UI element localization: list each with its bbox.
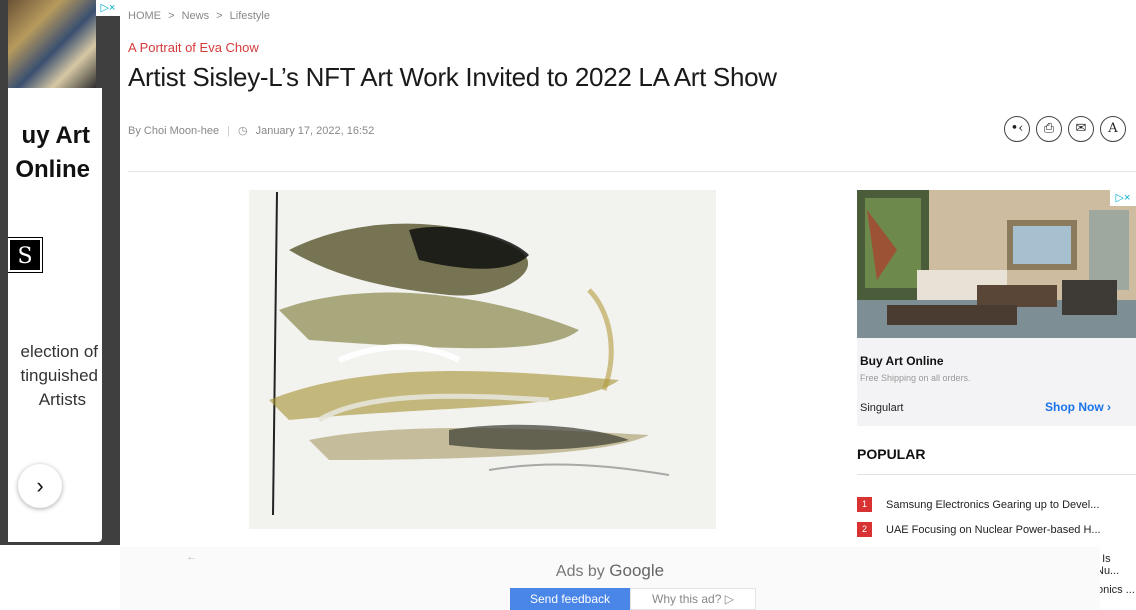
article-headline: Artist Sisley-L’s NFT Art Work Invited t… <box>128 62 777 92</box>
left-ad-desc-line2: tinguished <box>20 366 98 385</box>
clock-icon: ◷ <box>237 125 248 137</box>
popular-rank-badge: 1 <box>857 497 872 512</box>
ads-by-google-label: Ads by Google <box>120 561 1100 581</box>
publish-date: January 17, 2022, 16:52 <box>255 124 375 137</box>
font-size-button[interactable]: A <box>1100 116 1126 142</box>
adchoices-icon[interactable]: ▷× <box>1110 190 1136 206</box>
why-this-ad-button[interactable]: Why this ad? ▷ <box>630 588 756 610</box>
header-divider <box>128 171 1136 172</box>
popular-divider <box>857 474 1136 475</box>
article-byline: By Choi Moon-hee | ◷ January 17, 2022, 1… <box>128 124 375 138</box>
breadcrumb: HOME > News > Lifestyle <box>128 10 274 22</box>
breadcrumb-separator: > <box>216 10 223 22</box>
abstract-painting <box>249 190 716 529</box>
breadcrumb-separator: > <box>168 10 175 22</box>
email-button[interactable]: ✉ <box>1068 116 1094 142</box>
right-ad-body[interactable]: Buy Art Online Free Shipping on all orde… <box>857 338 1136 426</box>
article-tools: •‹ ⎙ ✉ A <box>1004 116 1126 142</box>
byline-divider: | <box>227 124 230 137</box>
breadcrumb-news[interactable]: News <box>182 10 210 22</box>
left-ad-desc-line1: election of <box>20 342 99 361</box>
left-side-ad[interactable]: ▷× uy Art Online S election of tinguishe… <box>0 0 120 545</box>
popular-item-title[interactable]: Samsung Electronics Gearing up to Devel.… <box>886 499 1130 511</box>
share-icon: •‹ <box>1010 121 1024 136</box>
font-size-icon: A <box>1108 121 1118 136</box>
popular-item-peek-3[interactable]: : Is Nu... <box>1096 553 1136 577</box>
left-ad-logo: S <box>8 237 43 273</box>
popular-item[interactable]: 1 Samsung Electronics Gearing up to Deve… <box>857 492 1136 517</box>
popular-item-title[interactable]: UAE Focusing on Nuclear Power-based H... <box>886 524 1130 536</box>
adchoices-icon[interactable]: ▷× <box>96 0 120 16</box>
left-ad-panel[interactable]: uy Art Online S election of tinguished A… <box>8 88 102 542</box>
popular-list: 1 Samsung Electronics Gearing up to Deve… <box>857 492 1136 542</box>
right-side-ad[interactable]: ▷× Buy Art Online Free Shipping on all o… <box>857 190 1136 426</box>
send-feedback-button[interactable]: Send feedback <box>510 588 630 610</box>
author-name: By Choi Moon-hee <box>128 124 220 137</box>
print-button[interactable]: ⎙ <box>1036 116 1062 142</box>
share-button[interactable]: •‹ <box>1004 116 1030 142</box>
email-icon: ✉ <box>1075 121 1087 136</box>
print-icon: ⎙ <box>1043 121 1055 136</box>
left-ad-desc-line3: Artists <box>38 390 86 409</box>
left-ad-title-line2: Online <box>15 156 90 183</box>
popular-heading: POPULAR <box>857 446 926 462</box>
ad-interior-photo[interactable] <box>857 190 1136 338</box>
right-ad-title[interactable]: Buy Art Online <box>860 354 944 368</box>
article-artwork-image <box>249 190 716 529</box>
ad-artwork-thumbnail[interactable] <box>8 0 96 88</box>
left-ad-next-button[interactable]: › <box>18 464 62 508</box>
breadcrumb-home[interactable]: HOME <box>128 10 161 22</box>
popular-item[interactable]: 2 UAE Focusing on Nuclear Power-based H.… <box>857 517 1136 542</box>
ads-by-text: Ads by <box>555 563 605 580</box>
left-ad-title-line1: uy Art <box>21 122 90 149</box>
google-wordmark: Google <box>609 561 665 580</box>
chevron-right-icon: › <box>36 473 44 498</box>
right-ad-subtitle: Free Shipping on all orders. <box>860 373 971 383</box>
shop-now-button[interactable]: Shop Now › <box>1045 400 1111 414</box>
breadcrumb-lifestyle[interactable]: Lifestyle <box>230 10 270 22</box>
article-subtitle: A Portrait of Eva Chow <box>128 40 259 55</box>
living-room-illustration <box>857 190 1136 338</box>
right-ad-brand: Singulart <box>860 402 904 414</box>
popular-rank-badge: 2 <box>857 522 872 537</box>
popular-item-peek-4[interactable]: onics ... <box>1097 584 1135 596</box>
